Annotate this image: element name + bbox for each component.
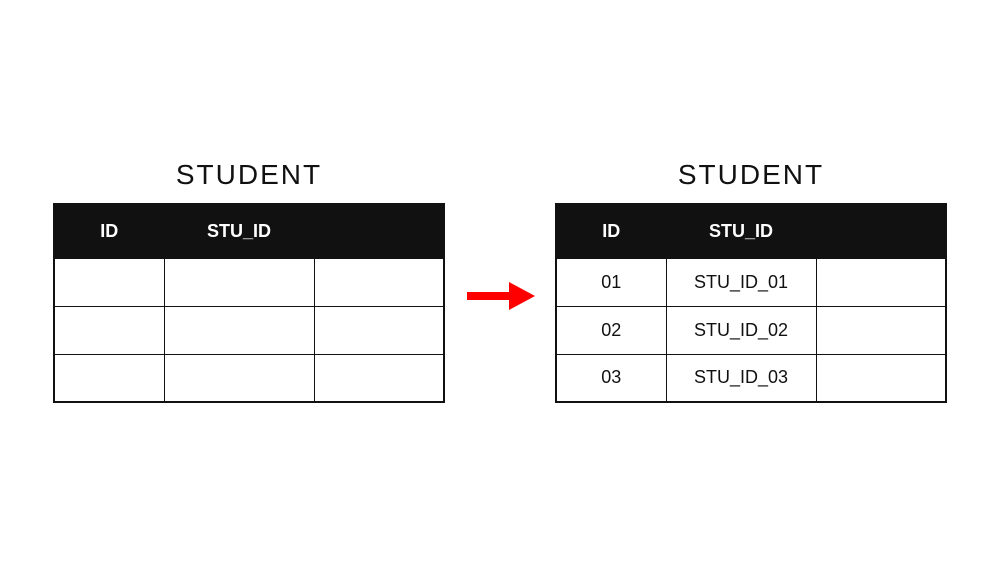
right-header-id: ID xyxy=(556,204,666,258)
cell xyxy=(164,354,314,402)
cell xyxy=(816,306,946,354)
right-table-block: STUDENT ID STU_ID 01 STU_ID_01 02 STU_ID… xyxy=(555,159,947,403)
cell xyxy=(314,354,444,402)
right-header-blank xyxy=(816,204,946,258)
diagram-container: STUDENT ID STU_ID xyxy=(53,159,947,403)
table-row xyxy=(54,354,444,402)
cell: STU_ID_02 xyxy=(666,306,816,354)
cell: 02 xyxy=(556,306,666,354)
table-header-row: ID STU_ID xyxy=(54,204,444,258)
left-header-stuid: STU_ID xyxy=(164,204,314,258)
table-header-row: ID STU_ID xyxy=(556,204,946,258)
cell: STU_ID_01 xyxy=(666,258,816,306)
right-header-stuid: STU_ID xyxy=(666,204,816,258)
right-table: ID STU_ID 01 STU_ID_01 02 STU_ID_02 03 xyxy=(555,203,947,403)
table-row xyxy=(54,258,444,306)
cell xyxy=(164,306,314,354)
cell: 03 xyxy=(556,354,666,402)
cell: STU_ID_03 xyxy=(666,354,816,402)
cell xyxy=(54,306,164,354)
left-table-block: STUDENT ID STU_ID xyxy=(53,159,445,403)
cell xyxy=(164,258,314,306)
cell xyxy=(314,306,444,354)
left-header-blank xyxy=(314,204,444,258)
cell xyxy=(816,354,946,402)
cell: 01 xyxy=(556,258,666,306)
table-row: 01 STU_ID_01 xyxy=(556,258,946,306)
table-row: 02 STU_ID_02 xyxy=(556,306,946,354)
cell xyxy=(54,258,164,306)
left-table-title: STUDENT xyxy=(176,159,322,191)
left-table: ID STU_ID xyxy=(53,203,445,403)
right-table-title: STUDENT xyxy=(678,159,824,191)
table-row xyxy=(54,306,444,354)
left-header-id: ID xyxy=(54,204,164,258)
cell xyxy=(816,258,946,306)
arrow-icon xyxy=(465,276,535,316)
table-row: 03 STU_ID_03 xyxy=(556,354,946,402)
cell xyxy=(314,258,444,306)
cell xyxy=(54,354,164,402)
